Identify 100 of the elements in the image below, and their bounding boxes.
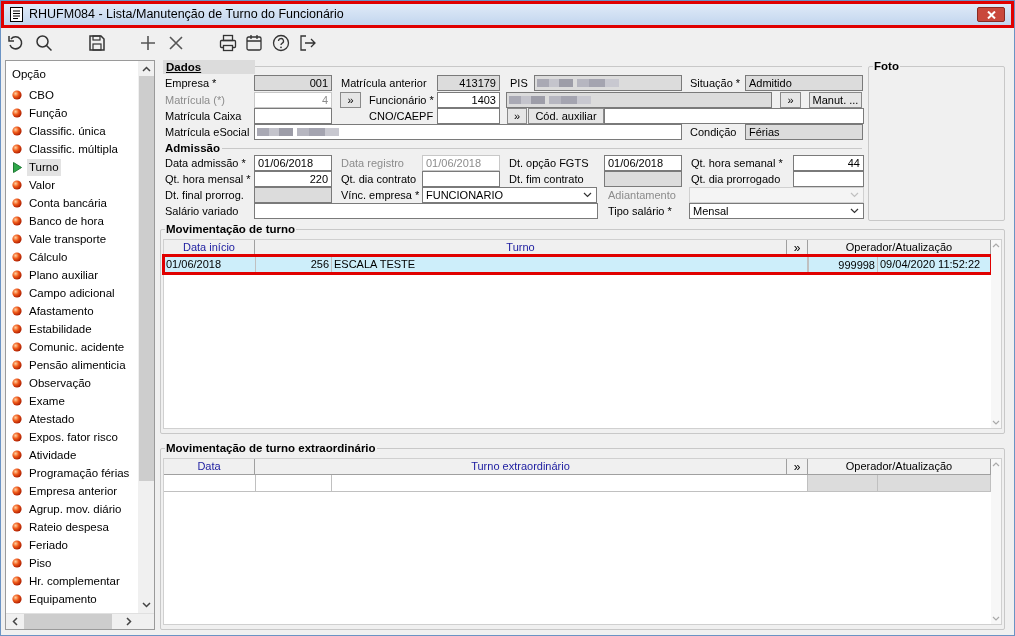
- input-field[interactable]: [254, 187, 332, 203]
- document-icon: [10, 7, 23, 22]
- scrollbar-thumb[interactable]: [24, 614, 112, 629]
- option-item[interactable]: Afastamento: [27, 302, 96, 320]
- dropdown[interactable]: Mensal: [689, 203, 864, 219]
- window-title: RHUFM084 - Lista/Manutenção de Turno do Funcionário: [29, 6, 345, 24]
- chevron-down-icon: [850, 192, 859, 198]
- bullet-icon: [12, 576, 22, 586]
- input-field[interactable]: [254, 108, 332, 124]
- option-item[interactable]: Plano auxiliar: [27, 266, 101, 284]
- option-item[interactable]: Rateio despesa: [27, 518, 111, 536]
- scrollbar[interactable]: [138, 61, 154, 613]
- input-field[interactable]: [604, 108, 864, 124]
- input-field[interactable]: [534, 75, 682, 91]
- option-item[interactable]: Valor: [27, 176, 57, 194]
- scroll-down-icon[interactable]: [141, 602, 151, 608]
- input-field[interactable]: 01/06/2018: [254, 155, 332, 171]
- expand-button[interactable]: »: [787, 459, 808, 475]
- field-label: Dt. fim contrato: [509, 172, 584, 187]
- scrollbar-thumb[interactable]: [138, 76, 154, 481]
- bullet-icon: [12, 378, 22, 388]
- input-field[interactable]: 44: [793, 155, 864, 171]
- input-field[interactable]: [437, 108, 500, 124]
- option-item[interactable]: Banco de hora: [27, 212, 106, 230]
- bullet-icon: [12, 270, 22, 280]
- table-cell: [808, 475, 878, 492]
- option-item[interactable]: Comunic. acidente: [27, 338, 127, 356]
- option-item[interactable]: Pensão alimenticia: [27, 356, 128, 374]
- option-item[interactable]: Equipamento: [27, 590, 99, 608]
- list-heading: Opção: [11, 67, 47, 82]
- scroll-right-icon[interactable]: [126, 617, 132, 626]
- option-item[interactable]: Atestado: [27, 410, 77, 428]
- option-item[interactable]: Expos. fator risco: [27, 428, 120, 446]
- table-cell: 01/06/2018: [164, 256, 256, 273]
- option-item[interactable]: Conta bancária: [27, 194, 109, 212]
- save-button[interactable]: [87, 32, 107, 53]
- printer-icon: [219, 33, 237, 52]
- column-header[interactable]: Turno extraordinário: [255, 459, 787, 475]
- option-item[interactable]: Agrup. mov. diário: [27, 500, 124, 518]
- help-button[interactable]: [271, 32, 291, 53]
- option-item[interactable]: Empresa anterior: [27, 482, 120, 500]
- option-item[interactable]: Programação férias: [27, 464, 132, 482]
- option-item[interactable]: Atividade: [27, 446, 79, 464]
- calendar-button[interactable]: [244, 32, 264, 53]
- action-button[interactable]: »: [780, 92, 801, 108]
- input-field[interactable]: Férias: [745, 124, 863, 140]
- input-field[interactable]: [793, 171, 864, 187]
- option-item[interactable]: Observação: [27, 374, 93, 392]
- option-item[interactable]: Vale transporte: [27, 230, 109, 248]
- scrollbar[interactable]: [6, 613, 154, 629]
- option-item[interactable]: Piso: [27, 554, 54, 572]
- input-field[interactable]: 001: [254, 75, 332, 91]
- option-item[interactable]: Turno: [27, 158, 61, 176]
- table-cell: ESCALA TESTE: [332, 256, 808, 273]
- dropdown[interactable]: FUNCIONARIO: [422, 187, 597, 203]
- bullet-icon: [12, 558, 22, 568]
- close-button[interactable]: [977, 7, 1005, 22]
- bullet-icon: [12, 144, 22, 154]
- input-field[interactable]: 01/06/2018: [604, 155, 682, 171]
- dropdown-value: FUNCIONARIO: [426, 188, 504, 202]
- bullet-icon: [12, 450, 22, 460]
- action-button[interactable]: Manut. ...: [809, 92, 862, 108]
- bullet-icon: [12, 360, 22, 370]
- input-field[interactable]: [254, 124, 682, 140]
- plus-icon: [139, 33, 157, 52]
- option-item[interactable]: Exame: [27, 392, 67, 410]
- action-button[interactable]: »: [340, 92, 361, 108]
- option-item[interactable]: CBO: [27, 86, 56, 104]
- column-header[interactable]: Operador/Atualização: [808, 459, 991, 475]
- option-item[interactable]: Estabilidade: [27, 320, 94, 338]
- option-item[interactable]: Classific. única: [27, 122, 108, 140]
- bullet-icon: [12, 234, 22, 244]
- option-item[interactable]: Campo adicional: [27, 284, 117, 302]
- option-item[interactable]: Cálculo: [27, 248, 70, 266]
- input-field[interactable]: 220: [254, 171, 332, 187]
- input-field[interactable]: [604, 171, 682, 187]
- action-button[interactable]: »: [507, 108, 527, 124]
- printer-button[interactable]: [218, 32, 238, 53]
- table-row[interactable]: 01/06/2018 256 ESCALA TESTE 999998 09/04/2020 11:52:22: [164, 256, 991, 273]
- bullet-icon: [12, 594, 22, 604]
- field-label: Vínc. empresa *: [341, 188, 420, 203]
- action-button[interactable]: Cód. auxiliar: [528, 108, 604, 124]
- scroll-up-icon[interactable]: [141, 66, 151, 72]
- input-field[interactable]: 1403: [437, 92, 500, 108]
- option-item[interactable]: Função: [27, 104, 70, 122]
- bullet-icon: [12, 306, 22, 316]
- input-field[interactable]: [422, 171, 500, 187]
- bullet-icon: [12, 414, 22, 424]
- input-field[interactable]: 413179: [437, 75, 500, 91]
- option-item[interactable]: Hr. complementar: [27, 572, 122, 590]
- input-field[interactable]: [254, 203, 598, 219]
- exit-button[interactable]: [298, 32, 318, 53]
- input-field[interactable]: [506, 92, 772, 108]
- scroll-left-icon[interactable]: [12, 617, 18, 626]
- column-header[interactable]: Data: [164, 459, 255, 475]
- search-button[interactable]: [34, 32, 54, 53]
- option-item[interactable]: Classific. múltipla: [27, 140, 120, 158]
- option-item[interactable]: Feriado: [27, 536, 70, 554]
- calendar-icon: [245, 33, 263, 52]
- input-field[interactable]: Admitido: [745, 75, 863, 91]
